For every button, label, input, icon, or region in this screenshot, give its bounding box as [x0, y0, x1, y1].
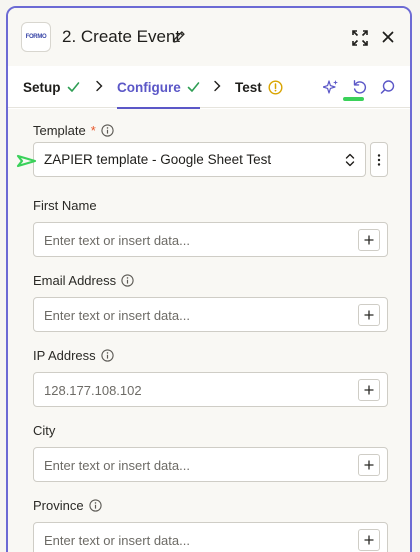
plus-icon — [364, 235, 374, 245]
insert-data-button[interactable] — [358, 454, 380, 476]
step-panel: FORMO 2. Create Event Setup Configure Te… — [6, 6, 412, 552]
info-icon[interactable] — [100, 349, 114, 362]
ip-address-label: IP Address — [33, 348, 96, 363]
insert-data-button[interactable] — [358, 379, 380, 401]
undo-icon[interactable] — [352, 79, 368, 95]
chevron-right-icon — [214, 80, 221, 92]
insert-data-button[interactable] — [358, 229, 380, 251]
province-placeholder: Enter text or insert data... — [44, 533, 190, 548]
panel-header: FORMO 2. Create Event — [8, 8, 410, 66]
plus-icon — [364, 310, 374, 320]
warning-icon — [268, 79, 283, 95]
info-icon[interactable] — [101, 124, 114, 137]
check-icon — [187, 82, 200, 92]
tab-test-label: Test — [235, 79, 262, 95]
insert-data-button[interactable] — [358, 529, 380, 551]
template-more-button[interactable] — [370, 142, 388, 177]
province-input[interactable]: Enter text or insert data... — [33, 522, 388, 552]
city-input[interactable]: Enter text or insert data... — [33, 447, 388, 482]
city-label: City — [33, 423, 56, 438]
annotation-underline — [343, 97, 364, 101]
tab-configure[interactable]: Configure — [117, 66, 200, 109]
tab-configure-label: Configure — [117, 79, 181, 95]
search-icon[interactable] — [380, 79, 396, 95]
city-placeholder: Enter text or insert data... — [44, 458, 190, 473]
plus-icon — [364, 460, 374, 470]
configure-form: Template * ZAPIER template - Google Shee… — [8, 109, 410, 552]
first-name-placeholder: Enter text or insert data... — [44, 233, 190, 248]
sparkle-icon[interactable] — [323, 79, 339, 95]
email-address-input[interactable]: Enter text or insert data... — [33, 297, 388, 332]
required-marker: * — [90, 123, 96, 138]
tab-test[interactable]: Test — [235, 66, 283, 108]
ip-address-input[interactable]: 128.177.108.102 — [33, 372, 388, 407]
step-tabs: Setup Configure Test — [8, 66, 410, 109]
plus-icon — [364, 535, 374, 545]
info-icon[interactable] — [88, 499, 102, 512]
tab-setup[interactable]: Setup — [23, 66, 80, 108]
first-name-input[interactable]: Enter text or insert data... — [33, 222, 388, 257]
field-label-ip: IP Address — [33, 348, 114, 363]
annotation-arrow-icon — [16, 154, 37, 168]
template-label-row: Template * — [33, 123, 114, 138]
pencil-icon[interactable] — [172, 30, 186, 44]
template-select-value: ZAPIER template - Google Sheet Test — [44, 152, 272, 167]
app-logo: FORMO — [21, 22, 51, 52]
check-icon — [67, 82, 79, 92]
field-label-first-name: First Name — [33, 198, 97, 213]
ip-address-value: 128.177.108.102 — [44, 383, 142, 398]
chevron-right-icon — [96, 80, 103, 92]
email-address-placeholder: Enter text or insert data... — [44, 308, 190, 323]
field-label-city: City — [33, 423, 55, 438]
email-address-label: Email Address — [33, 273, 117, 288]
kebab-icon — [377, 153, 381, 166]
province-label: Province — [33, 498, 84, 513]
close-icon[interactable] — [381, 30, 395, 44]
template-select[interactable]: ZAPIER template - Google Sheet Test — [33, 142, 366, 177]
plus-icon — [364, 385, 374, 395]
tab-setup-label: Setup — [23, 79, 61, 95]
expand-icon[interactable] — [352, 30, 368, 46]
template-label: Template — [33, 123, 86, 138]
info-icon[interactable] — [121, 274, 134, 287]
field-label-email: Email Address — [33, 273, 134, 288]
field-label-province: Province — [33, 498, 102, 513]
insert-data-button[interactable] — [358, 304, 380, 326]
select-caret-icon — [345, 153, 355, 167]
first-name-label: First Name — [33, 198, 97, 213]
step-title: 2. Create Event — [62, 27, 181, 46]
